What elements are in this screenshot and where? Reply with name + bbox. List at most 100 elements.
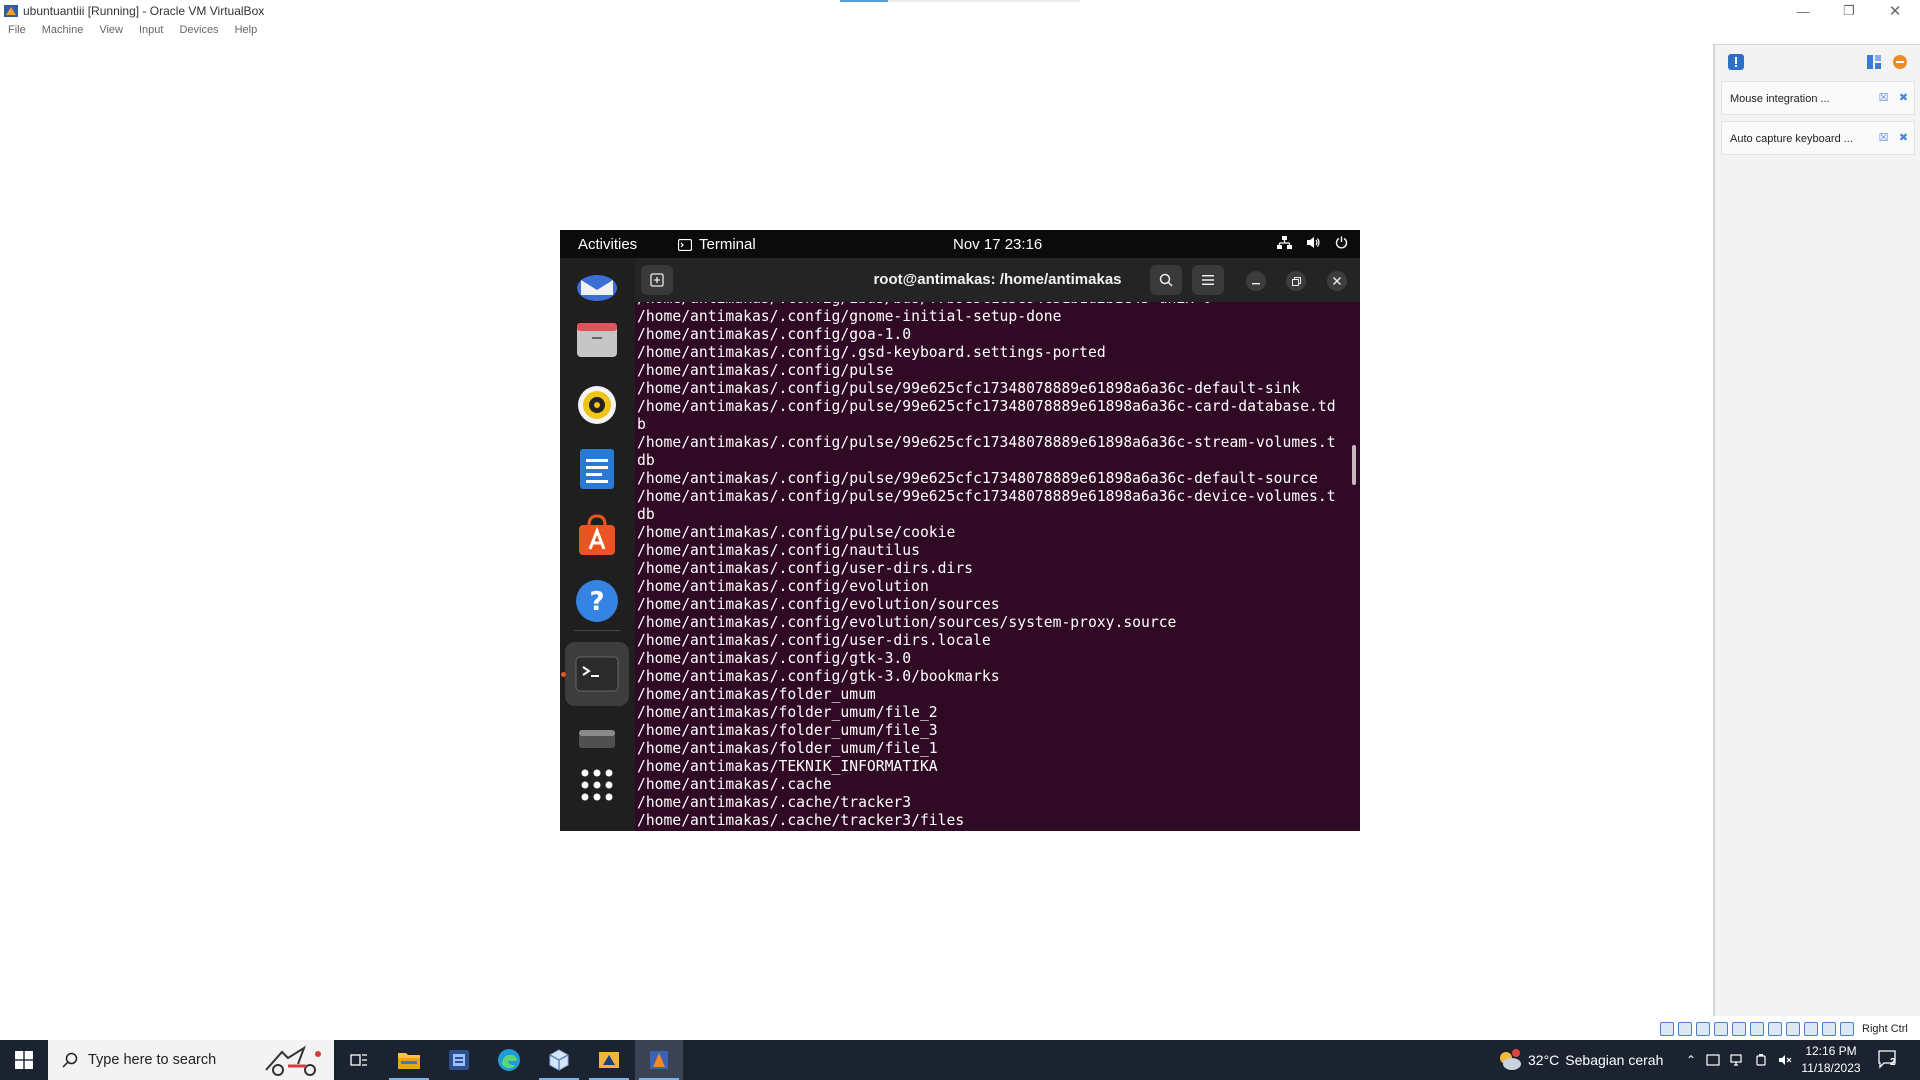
terminal-line: /home/antimakas/.config/user-dirs.dirs xyxy=(637,560,974,577)
dock-thunderbird[interactable] xyxy=(572,260,622,310)
notification-center-panel: Mouse integration ... ☒ ✖ Auto capture k… xyxy=(1713,44,1920,1016)
display-status-icon[interactable] xyxy=(1768,1022,1782,1036)
close-notification-icon[interactable]: ✖ xyxy=(1897,132,1910,145)
battery-plug-icon[interactable] xyxy=(1754,1053,1768,1067)
search-button[interactable] xyxy=(1150,265,1182,295)
taskbar-app-5[interactable] xyxy=(585,1040,633,1080)
edge-browser-icon xyxy=(498,1049,520,1071)
cpu-status-icon[interactable] xyxy=(1804,1022,1818,1036)
keyboard-capture-status-icon[interactable] xyxy=(1840,1022,1854,1036)
search-icon xyxy=(1159,273,1173,287)
start-button[interactable] xyxy=(0,1040,48,1080)
menu-help[interactable]: Help xyxy=(235,24,258,42)
notification-auto-capture-keyboard[interactable]: Auto capture keyboard ... ☒ ✖ xyxy=(1721,121,1915,155)
weather-description: Sebagian cerah xyxy=(1565,1052,1664,1068)
gnome-system-tray[interactable] xyxy=(1277,236,1348,249)
do-not-show-icon[interactable]: ☒ xyxy=(1877,92,1890,105)
minimize-button[interactable]: — xyxy=(1780,0,1826,22)
software-bag-icon xyxy=(579,514,615,555)
files-folder-icon xyxy=(577,323,617,357)
menu-file[interactable]: File xyxy=(8,24,26,42)
action-center-icon xyxy=(1878,1050,1896,1069)
network-status-icon[interactable] xyxy=(1714,1022,1728,1036)
new-tab-icon xyxy=(650,273,664,287)
minimize-icon xyxy=(1252,283,1260,285)
terminal-small-icon xyxy=(678,238,692,251)
menu-machine[interactable]: Machine xyxy=(42,24,84,42)
weather-widget[interactable]: 32°C Sebagian cerah xyxy=(1498,1040,1663,1080)
network-icon[interactable] xyxy=(1730,1053,1744,1067)
toggle-details-icon[interactable] xyxy=(1865,53,1883,71)
menu-button[interactable] xyxy=(1192,265,1224,295)
notification-count-badge: 2 xyxy=(1890,1057,1896,1068)
terminal-line: /home/antimakas/.config/nautilus xyxy=(637,542,920,559)
gnome-top-bar: Activities Terminal Nov 17 23:16 xyxy=(560,230,1360,258)
task-view-button[interactable] xyxy=(335,1040,383,1080)
usb-status-icon[interactable] xyxy=(1732,1022,1746,1036)
terminal-close-button[interactable] xyxy=(1327,271,1347,291)
volume-muted-icon[interactable] xyxy=(1778,1053,1792,1067)
gnome-clock[interactable]: Nov 17 23:16 xyxy=(953,236,1042,253)
network-icon xyxy=(1277,236,1292,249)
app-menu-terminal[interactable]: Terminal xyxy=(678,236,756,253)
show-applications-button[interactable] xyxy=(572,760,622,810)
menu-devices[interactable]: Devices xyxy=(179,24,218,42)
app-grid-icon xyxy=(581,769,613,801)
terminal-scrollbar[interactable] xyxy=(1352,445,1356,485)
taskbar-search-box[interactable]: Type here to search xyxy=(48,1040,334,1080)
notification-mouse-integration[interactable]: Mouse integration ... ☒ ✖ xyxy=(1721,81,1915,115)
terminal-output[interactable]: /home/antimakas/.config/ibus/bus/f7b9e5c… xyxy=(635,302,1347,831)
new-tab-button[interactable] xyxy=(641,265,673,295)
taskbar-app-2[interactable] xyxy=(435,1040,483,1080)
help-icon: ? xyxy=(576,580,618,622)
activities-button[interactable]: Activities xyxy=(578,236,637,253)
taskbar-edge[interactable] xyxy=(485,1040,533,1080)
taskbar-virtualbox-manager[interactable] xyxy=(535,1040,583,1080)
recording-status-icon[interactable] xyxy=(1786,1022,1800,1036)
system-tray: ⌃ xyxy=(1686,1040,1792,1080)
terminal-line: /home/antimakas/.config/pulse xyxy=(637,362,894,379)
terminal-window[interactable]: root@antimakas: /home/antimakas /home/an… xyxy=(635,258,1360,831)
shared-folders-status-icon[interactable] xyxy=(1750,1022,1764,1036)
vm-window-icon xyxy=(650,1051,668,1069)
tray-app-icon[interactable] xyxy=(1706,1053,1720,1067)
writer-document-icon xyxy=(580,449,614,489)
terminal-line: /home/antimakas/.config/pulse/99e625cfc1… xyxy=(637,488,1336,505)
terminal-restore-button[interactable] xyxy=(1286,271,1306,291)
mouse-integration-status-icon[interactable] xyxy=(1822,1022,1836,1036)
audio-status-icon[interactable] xyxy=(1696,1022,1710,1036)
terminal-line: /home/antimakas/.config/evolution xyxy=(637,578,929,595)
dock-rhythmbox[interactable] xyxy=(572,380,622,430)
virtualbox-cube-icon xyxy=(549,1049,569,1071)
notification-icon[interactable] xyxy=(1727,53,1745,71)
file-explorer-icon xyxy=(398,1053,420,1069)
weather-temperature: 32°C xyxy=(1528,1052,1560,1068)
optical-drive-status-icon[interactable] xyxy=(1678,1022,1692,1036)
vm-display[interactable]: Activities Terminal Nov 17 23:16 ? root@… xyxy=(560,230,1360,831)
taskbar-vm-window-active[interactable] xyxy=(635,1040,683,1080)
menu-view[interactable]: View xyxy=(99,24,123,42)
terminal-minimize-button[interactable] xyxy=(1246,271,1266,291)
action-center-button[interactable]: 2 xyxy=(1878,1050,1900,1075)
dock-help[interactable]: ? xyxy=(572,576,622,626)
terminal-line: /home/antimakas/folder_umum/file_3 xyxy=(637,722,938,739)
terminal-headerbar: root@antimakas: /home/antimakas xyxy=(635,258,1360,302)
restore-button[interactable]: ❐ xyxy=(1826,0,1872,22)
search-highlight-icon xyxy=(265,1045,321,1076)
terminal-line: /home/antimakas/.config/goa-1.0 xyxy=(637,326,912,343)
dock-ubuntu-software[interactable] xyxy=(572,510,622,560)
menu-input[interactable]: Input xyxy=(139,24,163,42)
show-hidden-icons-chevron-up-icon[interactable]: ⌃ xyxy=(1686,1053,1696,1067)
do-not-show-icon[interactable]: ☒ xyxy=(1877,132,1890,145)
dock-files[interactable] xyxy=(572,315,622,365)
ignore-all-icon[interactable] xyxy=(1891,53,1909,71)
taskbar-file-explorer[interactable] xyxy=(385,1040,433,1080)
close-notification-icon[interactable]: ✖ xyxy=(1897,92,1910,105)
close-button[interactable]: ✕ xyxy=(1872,0,1918,22)
dock-drive[interactable] xyxy=(572,714,622,764)
dock-terminal-active[interactable] xyxy=(565,642,629,706)
terminal-lines: /home/antimakas/.config/ibus/bus/f7b9e5c… xyxy=(635,302,1336,830)
dock-libreoffice-writer[interactable] xyxy=(572,444,622,494)
hard-disk-status-icon[interactable] xyxy=(1660,1022,1674,1036)
taskbar-clock[interactable]: 12:16 PM 11/18/2023 xyxy=(1795,1043,1867,1077)
